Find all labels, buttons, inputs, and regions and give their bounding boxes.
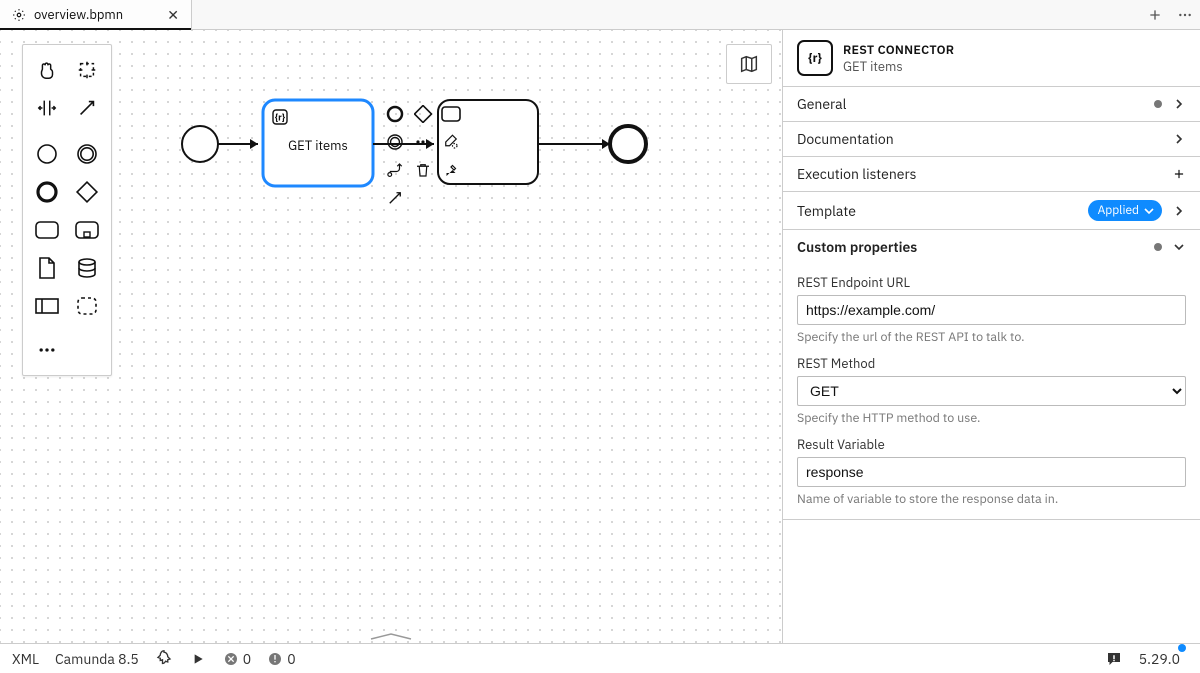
append-intermediate-event[interactable]	[383, 130, 407, 154]
panel-header-type: REST CONNECTOR	[843, 42, 954, 58]
file-tab-overview[interactable]: overview.bpmn ✕	[0, 0, 192, 29]
result-var-hint: Name of variable to store the response d…	[797, 491, 1186, 507]
section-execution-listeners-title: Execution listeners	[797, 165, 916, 183]
chevron-down-icon	[1172, 240, 1186, 254]
section-execution-listeners-header[interactable]: Execution listeners	[783, 157, 1200, 191]
context-pad	[383, 102, 469, 210]
new-tab-button[interactable]	[1140, 0, 1170, 29]
sequence-flow-1[interactable]	[218, 139, 258, 149]
close-tab-button[interactable]: ✕	[165, 7, 181, 23]
end-event[interactable]	[610, 126, 646, 162]
diagram-canvas[interactable]: GET items {r}	[0, 30, 782, 643]
version-label[interactable]: 5.29.0	[1139, 650, 1188, 668]
endpoint-input[interactable]	[797, 295, 1186, 325]
version-text: 5.29.0	[1139, 650, 1180, 668]
file-tab-label: overview.bpmn	[34, 6, 123, 23]
color-picker[interactable]	[439, 158, 463, 182]
append-end-event[interactable]	[383, 102, 407, 126]
panel-header-name: GET items	[843, 58, 954, 75]
result-var-input[interactable]	[797, 457, 1186, 487]
start-instance-icon[interactable]	[189, 650, 207, 668]
gear-icon	[10, 6, 28, 24]
method-label: REST Method	[797, 355, 1186, 372]
pad-more[interactable]	[411, 130, 435, 154]
start-event[interactable]	[182, 126, 218, 162]
warnings-count: 0	[287, 650, 295, 668]
section-general-header[interactable]: General	[783, 87, 1200, 121]
method-hint: Specify the HTTP method to use.	[797, 410, 1186, 426]
feedback-icon[interactable]	[1105, 650, 1123, 668]
section-execution-listeners: Execution listeners	[783, 157, 1200, 192]
element-icon: {r}	[797, 40, 833, 76]
replace-type[interactable]	[383, 158, 407, 182]
panel-collapse-handle[interactable]	[361, 629, 421, 643]
task-label: GET items	[288, 137, 348, 154]
properties-panel: {r} REST CONNECTOR GET items General Doc…	[782, 30, 1200, 643]
deploy-icon[interactable]	[155, 650, 173, 668]
section-custom-properties: Custom properties REST Endpoint URL Spec…	[783, 230, 1200, 520]
result-var-label: Result Variable	[797, 436, 1186, 453]
connect-tool[interactable]	[383, 186, 407, 210]
endpoint-label: REST Endpoint URL	[797, 274, 1186, 291]
delete-element[interactable]	[411, 158, 435, 182]
more-menu-button[interactable]	[1170, 0, 1200, 29]
engine-label[interactable]: Camunda 8.5	[55, 650, 139, 668]
status-bar: XML Camunda 8.5 0 0 5.29.0	[0, 643, 1200, 673]
section-template-header[interactable]: Template Applied	[783, 192, 1200, 229]
chevron-down-icon	[1144, 206, 1154, 216]
tab-bar: overview.bpmn ✕	[0, 0, 1200, 30]
section-custom-properties-title: Custom properties	[797, 238, 917, 256]
dot-indicator-icon	[1154, 243, 1162, 251]
update-available-icon	[1178, 644, 1186, 652]
errors-indicator[interactable]: 0	[223, 650, 251, 668]
section-documentation-header[interactable]: Documentation	[783, 122, 1200, 156]
add-listener-button[interactable]	[1172, 167, 1186, 181]
service-task-get-items[interactable]: GET items {r}	[263, 100, 373, 186]
endpoint-hint: Specify the url of the REST API to talk …	[797, 329, 1186, 345]
section-template-title: Template	[797, 202, 856, 220]
section-general: General	[783, 87, 1200, 122]
xml-toggle[interactable]: XML	[12, 650, 39, 668]
errors-count: 0	[243, 650, 251, 668]
template-applied-badge-label: Applied	[1098, 203, 1139, 218]
section-documentation-title: Documentation	[797, 130, 894, 148]
template-applied-badge[interactable]: Applied	[1088, 200, 1162, 221]
section-documentation: Documentation	[783, 122, 1200, 157]
section-template: Template Applied	[783, 192, 1200, 230]
svg-text:{r}: {r}	[275, 113, 286, 124]
warnings-indicator[interactable]: 0	[267, 650, 295, 668]
method-select[interactable]: GET	[797, 376, 1186, 406]
chevron-right-icon	[1172, 132, 1186, 146]
append-gateway[interactable]	[411, 102, 435, 126]
change-type[interactable]	[439, 130, 463, 154]
chevron-right-icon	[1172, 97, 1186, 111]
dot-indicator-icon	[1154, 100, 1162, 108]
panel-header: {r} REST CONNECTOR GET items	[783, 30, 1200, 87]
chevron-right-icon	[1172, 204, 1186, 218]
section-custom-properties-header[interactable]: Custom properties	[783, 230, 1200, 264]
sequence-flow-3[interactable]	[538, 139, 610, 149]
section-general-title: General	[797, 95, 846, 113]
append-task[interactable]	[439, 102, 463, 126]
